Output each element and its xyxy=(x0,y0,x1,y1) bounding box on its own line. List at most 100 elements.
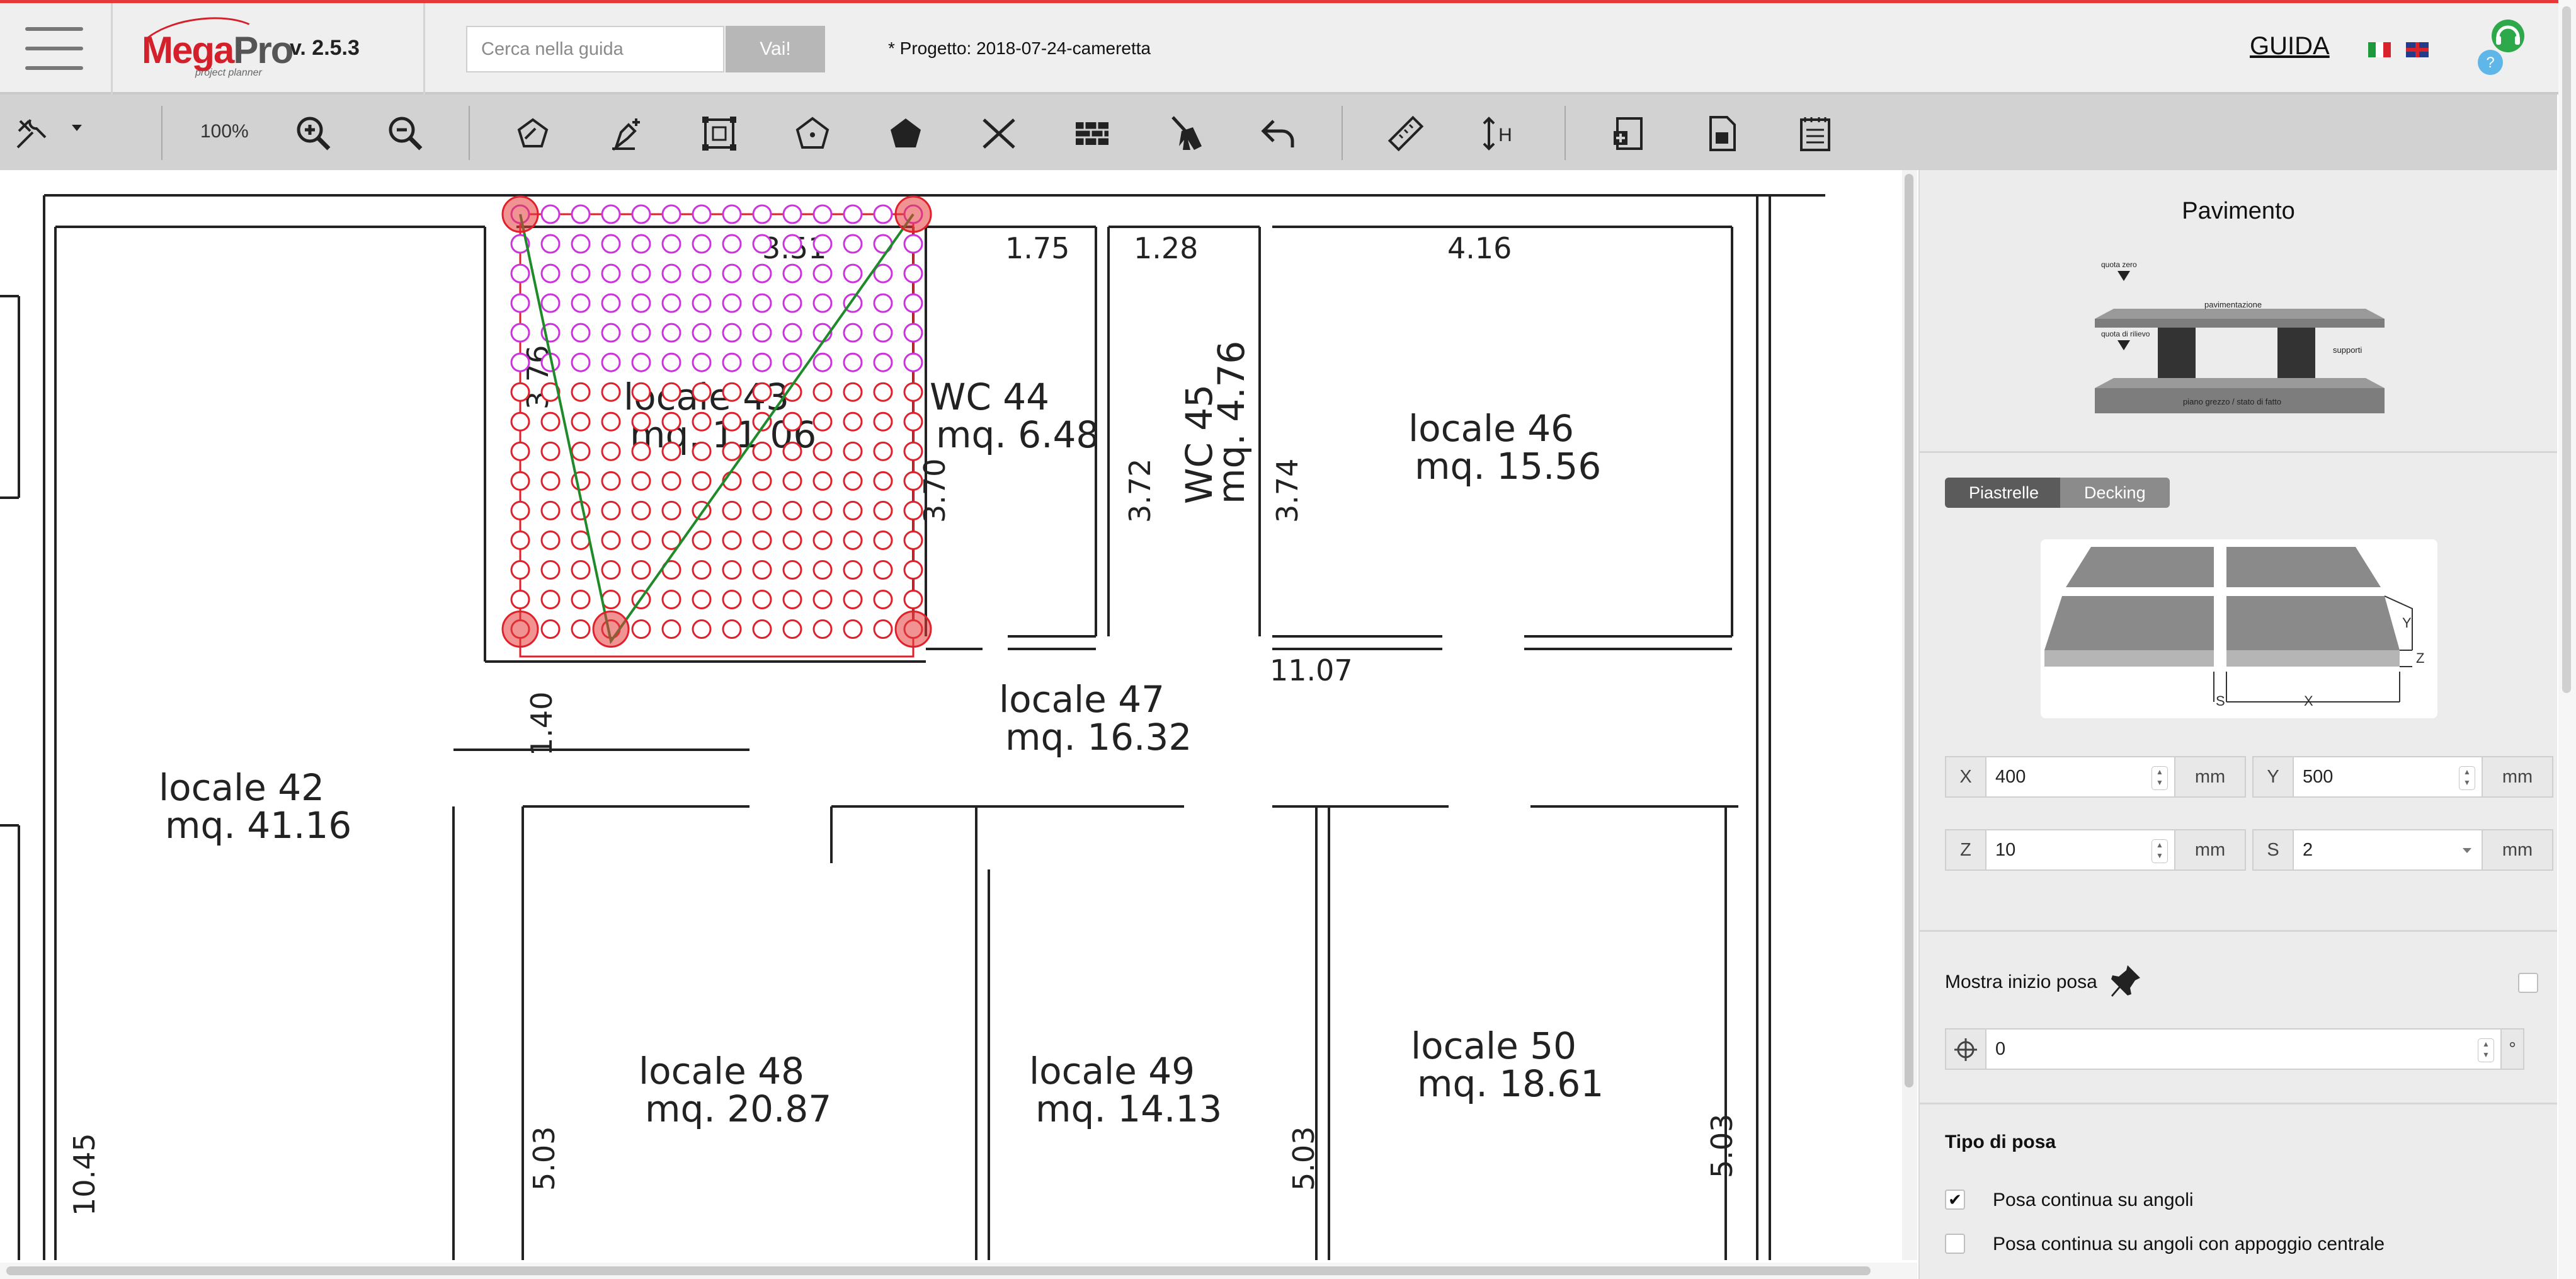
support-point[interactable] xyxy=(510,530,530,550)
support-point[interactable] xyxy=(843,471,863,491)
support-point[interactable] xyxy=(843,441,863,461)
support-point[interactable] xyxy=(843,619,863,640)
height-icon[interactable]: H xyxy=(1479,113,1519,154)
ruler-icon[interactable] xyxy=(1386,113,1426,154)
tile-s-select[interactable]: 2 xyxy=(2294,829,2483,871)
polygon-icon[interactable] xyxy=(792,113,833,154)
support-point[interactable] xyxy=(843,234,863,254)
support-point[interactable] xyxy=(812,590,833,610)
corner-handle[interactable] xyxy=(894,195,932,233)
support-point[interactable] xyxy=(631,352,651,372)
support-point[interactable] xyxy=(812,204,833,224)
support-point[interactable] xyxy=(903,293,923,313)
tile-x-input[interactable]: 400 ▲ ▼ xyxy=(1986,756,2175,798)
select-area-icon[interactable] xyxy=(699,113,739,154)
corner-handle[interactable] xyxy=(592,611,630,648)
support-point[interactable] xyxy=(843,559,863,580)
it-flag-icon[interactable] xyxy=(2368,42,2391,57)
support-point[interactable] xyxy=(661,204,681,224)
zoom-out-icon[interactable] xyxy=(385,113,426,154)
support-point[interactable] xyxy=(601,234,621,254)
support-point[interactable] xyxy=(752,619,772,640)
support-point[interactable] xyxy=(601,500,621,520)
support-point[interactable] xyxy=(661,234,681,254)
support-point[interactable] xyxy=(812,382,833,402)
support-point[interactable] xyxy=(540,411,561,432)
support-point[interactable] xyxy=(722,204,742,224)
support-point[interactable] xyxy=(873,204,893,224)
support-point[interactable] xyxy=(722,619,742,640)
support-point[interactable] xyxy=(812,352,833,372)
support-point[interactable] xyxy=(752,323,772,343)
support-point[interactable] xyxy=(631,323,651,343)
support-point[interactable] xyxy=(571,590,591,610)
tab-piastrelle[interactable]: Piastrelle xyxy=(1945,478,2063,508)
posa-option-checkbox[interactable] xyxy=(1945,1234,1965,1254)
support-point[interactable] xyxy=(601,263,621,284)
support-point[interactable] xyxy=(722,559,742,580)
support-point[interactable] xyxy=(812,441,833,461)
guide-link[interactable]: GUIDA xyxy=(2250,32,2330,60)
support-point[interactable] xyxy=(571,204,591,224)
support-point[interactable] xyxy=(843,352,863,372)
tab-decking[interactable]: Decking xyxy=(2060,478,2170,508)
support-point[interactable] xyxy=(873,352,893,372)
support-point[interactable] xyxy=(601,441,621,461)
support-point[interactable] xyxy=(692,471,712,491)
support-point[interactable] xyxy=(510,411,530,432)
support-point[interactable] xyxy=(873,590,893,610)
support-point[interactable] xyxy=(752,590,772,610)
support-point[interactable] xyxy=(782,352,802,372)
pen-add-icon[interactable] xyxy=(606,113,646,154)
support-point[interactable] xyxy=(692,323,712,343)
support-point[interactable] xyxy=(782,234,802,254)
support-point[interactable] xyxy=(812,530,833,550)
support-point[interactable] xyxy=(571,352,591,372)
zoom-in-icon[interactable] xyxy=(294,113,334,154)
corner-handle[interactable] xyxy=(894,611,932,648)
support-point[interactable] xyxy=(782,293,802,313)
support-point[interactable] xyxy=(631,530,651,550)
canvas-vertical-scrollbar[interactable] xyxy=(1902,170,1917,1260)
support-point[interactable] xyxy=(722,500,742,520)
canvas-horizontal-scrollbar[interactable] xyxy=(0,1263,1917,1279)
support-point[interactable] xyxy=(873,411,893,432)
support-point[interactable] xyxy=(631,500,651,520)
support-point[interactable] xyxy=(873,559,893,580)
support-point[interactable] xyxy=(510,559,530,580)
support-point[interactable] xyxy=(692,619,712,640)
search-button[interactable]: Vai! xyxy=(726,26,825,72)
support-point[interactable] xyxy=(631,204,651,224)
support-point[interactable] xyxy=(722,352,742,372)
support-point[interactable] xyxy=(631,471,651,491)
support-point[interactable] xyxy=(601,559,621,580)
support-point[interactable] xyxy=(692,234,712,254)
support-point[interactable] xyxy=(903,530,923,550)
support-point[interactable] xyxy=(571,293,591,313)
support-point[interactable] xyxy=(843,323,863,343)
show-start-checkbox[interactable] xyxy=(2518,973,2538,993)
support-point[interactable] xyxy=(752,559,772,580)
support-point[interactable] xyxy=(510,590,530,610)
support-point[interactable] xyxy=(812,500,833,520)
angle-input[interactable]: 0 ▲ ▼ xyxy=(1986,1028,2502,1070)
support-point[interactable] xyxy=(601,352,621,372)
support-point[interactable] xyxy=(601,382,621,402)
panel-scrollbar[interactable] xyxy=(2558,0,2576,1279)
support-point[interactable] xyxy=(692,293,712,313)
support-point[interactable] xyxy=(752,234,772,254)
support-point[interactable] xyxy=(843,204,863,224)
posa-option-checkbox[interactable]: ✔ xyxy=(1945,1190,1965,1210)
support-point[interactable] xyxy=(661,471,681,491)
support-point[interactable] xyxy=(873,441,893,461)
support-point[interactable] xyxy=(752,530,772,550)
support-point[interactable] xyxy=(903,500,923,520)
support-point[interactable] xyxy=(903,352,923,372)
support-point[interactable] xyxy=(873,500,893,520)
support-point[interactable] xyxy=(782,441,802,461)
support-point[interactable] xyxy=(631,263,651,284)
floor-plan-canvas[interactable]: locale 42 mq. 41.16 locale 43 mq. 11.06 … xyxy=(0,170,1825,1260)
support-point[interactable] xyxy=(903,234,923,254)
support-point[interactable] xyxy=(752,382,772,402)
support-point[interactable] xyxy=(540,590,561,610)
